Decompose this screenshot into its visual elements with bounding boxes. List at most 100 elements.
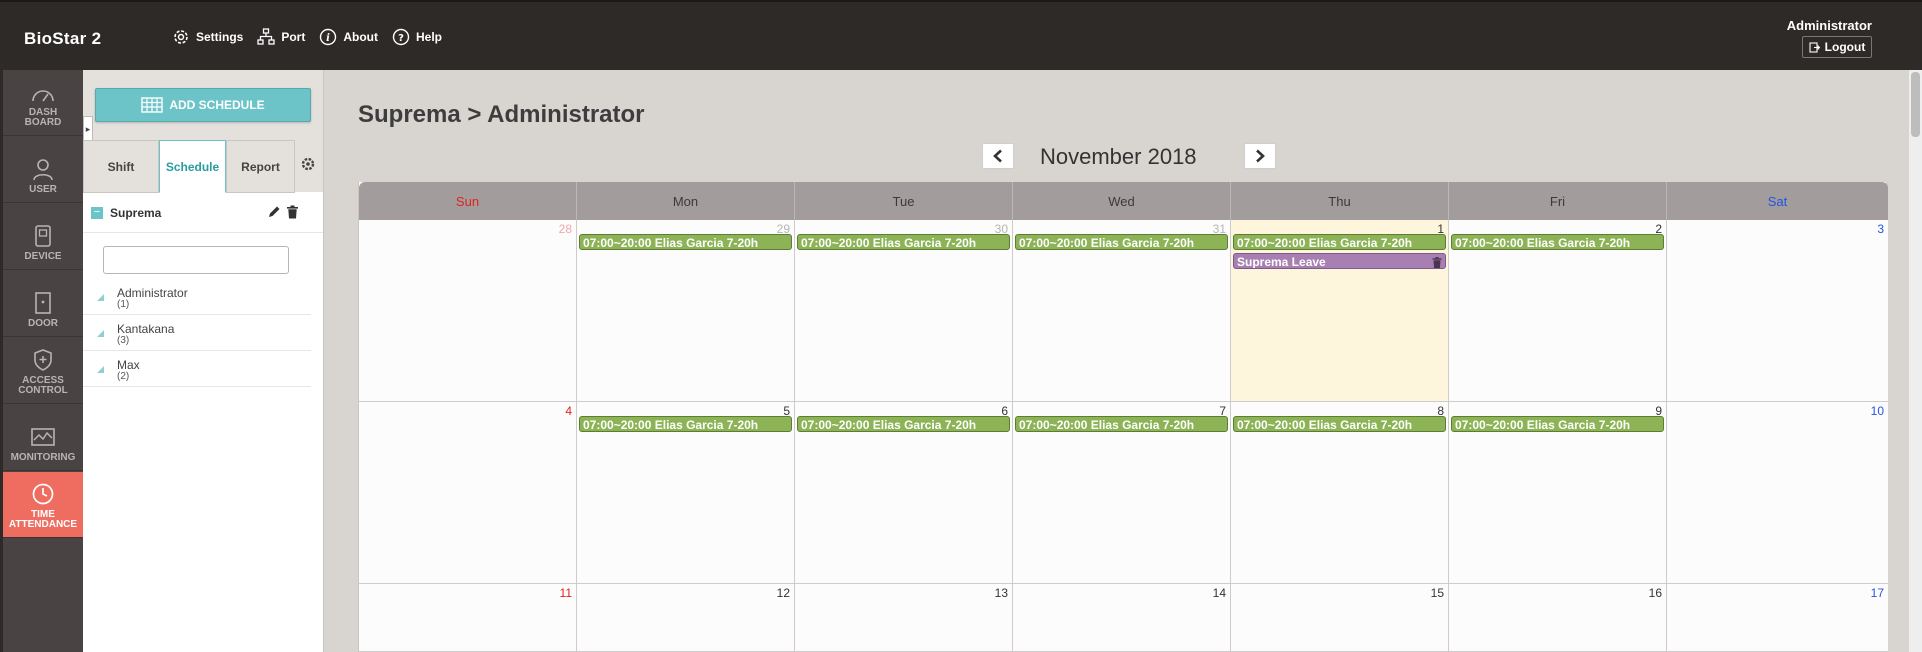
tab-shift[interactable]: Shift <box>83 140 159 193</box>
calendar-day-cell[interactable]: 8 07:00~20:00 Elias Garcia 7-20h <box>1231 402 1449 584</box>
logout-label: Logout <box>1824 40 1866 54</box>
next-month-button[interactable] <box>1244 143 1276 169</box>
weekday-header: Sun Mon Tue Wed Thu Fri Sat <box>359 182 1888 220</box>
shift-event[interactable]: 07:00~20:00 Elias Garcia 7-20h <box>1233 234 1446 250</box>
user-name: Administrator <box>117 286 188 300</box>
calendar-day-cell[interactable]: 28 <box>359 220 577 402</box>
weekday-thu: Thu <box>1231 182 1449 220</box>
tab-schedule[interactable]: Schedule <box>159 140 226 193</box>
weekday-wed: Wed <box>1013 182 1231 220</box>
calendar-day-cell[interactable]: 11 <box>359 584 577 652</box>
tab-settings-gear[interactable] <box>300 156 316 177</box>
delete-group-button[interactable] <box>286 205 299 224</box>
shift-event[interactable]: 07:00~20:00 Elias Garcia 7-20h <box>1451 234 1664 250</box>
calendar-day-cell[interactable]: 17 <box>1667 584 1888 652</box>
calendar-day-cell[interactable]: 31 07:00~20:00 Elias Garcia 7-20h <box>1013 220 1231 402</box>
shift-event[interactable]: 07:00~20:00 Elias Garcia 7-20h <box>797 416 1010 432</box>
calendar-day-cell[interactable]: 12 <box>577 584 795 652</box>
trash-icon[interactable] <box>1432 256 1442 268</box>
collapse-sidebar-handle[interactable]: ▸ <box>83 116 93 142</box>
shift-event[interactable]: 07:00~20:00 Elias Garcia 7-20h <box>1015 416 1228 432</box>
nav-time-attendance[interactable]: TIME ATTENDANCE <box>3 472 83 538</box>
shift-event[interactable]: 07:00~20:00 Elias Garcia 7-20h <box>579 234 792 250</box>
user-count: (1) <box>117 299 130 310</box>
expand-triangle-icon <box>97 330 104 337</box>
nav-monitoring[interactable]: MONITORING <box>3 405 83 471</box>
group-name: Suprema <box>110 206 162 220</box>
nav-monitoring-label: MONITORING <box>10 452 76 463</box>
shift-event[interactable]: 07:00~20:00 Elias Garcia 7-20h <box>1451 416 1664 432</box>
calendar-day-cell[interactable]: 10 <box>1667 402 1888 584</box>
current-month-label: November 2018 <box>1040 144 1197 169</box>
tab-report[interactable]: Report <box>226 140 295 193</box>
calendar-day-cell[interactable]: 15 <box>1231 584 1449 652</box>
calendar-day-cell[interactable]: 5 07:00~20:00 Elias Garcia 7-20h <box>577 402 795 584</box>
calendar-day-cell[interactable]: 3 <box>1667 220 1888 402</box>
scrollbar-thumb[interactable] <box>1911 72 1920 137</box>
calendar-day-cell[interactable]: 13 <box>795 584 1013 652</box>
nav-access-control-label: ACCESS CONTROL <box>18 375 68 396</box>
nav-door-label: DOOR <box>28 318 58 329</box>
svg-text:i: i <box>326 33 330 44</box>
weekday-mon: Mon <box>577 182 795 220</box>
app-brand: BioStar 2 <box>24 29 102 48</box>
nav-user-label: USER <box>29 184 57 195</box>
logout-icon <box>1809 41 1820 53</box>
settings-link[interactable]: Settings <box>172 28 243 46</box>
day-number: 13 <box>994 586 1008 600</box>
pencil-icon <box>269 206 280 217</box>
calendar-day-cell[interactable]: 16 <box>1449 584 1667 652</box>
expand-triangle-icon <box>97 294 104 301</box>
leave-event[interactable]: Suprema Leave <box>1233 253 1446 269</box>
nav-device[interactable]: DEVICE <box>3 204 83 270</box>
prev-month-button[interactable] <box>982 143 1014 169</box>
calendar-day-cell[interactable]: 7 07:00~20:00 Elias Garcia 7-20h <box>1013 402 1231 584</box>
calendar-day-cell[interactable]: 2 07:00~20:00 Elias Garcia 7-20h <box>1449 220 1667 402</box>
nav-door[interactable]: DOOR <box>3 271 83 337</box>
nav-device-label: DEVICE <box>24 251 62 262</box>
day-number: 11 <box>559 586 572 600</box>
logout-button[interactable]: Logout <box>1802 36 1872 58</box>
event-label: Suprema Leave <box>1237 255 1326 269</box>
help-link[interactable]: ? Help <box>392 28 442 46</box>
collapse-group-button[interactable]: − <box>91 207 103 219</box>
user-list-item[interactable]: Kantakana (3) <box>83 315 311 351</box>
port-label: Port <box>281 30 306 44</box>
event-label: 07:00~20:00 Elias Garcia 7-20h <box>583 236 759 250</box>
event-label: 07:00~20:00 Elias Garcia 7-20h <box>1237 418 1413 432</box>
about-label: About <box>343 30 378 44</box>
nav-dashboard[interactable]: DASH BOARD <box>3 70 83 136</box>
door-icon <box>35 292 51 314</box>
day-number: 16 <box>1648 586 1662 600</box>
shift-event[interactable]: 07:00~20:00 Elias Garcia 7-20h <box>579 416 792 432</box>
port-link[interactable]: Port <box>257 28 305 46</box>
day-number: 4 <box>565 404 572 418</box>
user-list-item[interactable]: Administrator (1) <box>83 279 311 315</box>
calendar-day-cell[interactable]: 6 07:00~20:00 Elias Garcia 7-20h <box>795 402 1013 584</box>
user-name: Kantakana <box>117 322 175 336</box>
about-link[interactable]: i About <box>319 28 378 46</box>
event-label: 07:00~20:00 Elias Garcia 7-20h <box>1019 236 1195 250</box>
day-number: 15 <box>1430 586 1444 600</box>
calendar-day-cell[interactable]: 9 07:00~20:00 Elias Garcia 7-20h <box>1449 402 1667 584</box>
page-title: Suprema > Administrator <box>358 101 645 128</box>
user-list-item[interactable]: Max (2) <box>83 351 311 387</box>
top-bar: BioStar 2 Settings Port i About ? Help A… <box>0 0 1922 70</box>
day-number: 17 <box>1870 586 1884 600</box>
calendar-day-cell[interactable]: 1 07:00~20:00 Elias Garcia 7-20h Suprema L… <box>1231 220 1449 402</box>
calendar-day-cell[interactable]: 29 07:00~20:00 Elias Garcia 7-20h <box>577 220 795 402</box>
edit-group-button[interactable] <box>267 205 281 224</box>
calendar-day-cell[interactable]: 14 <box>1013 584 1231 652</box>
user-search-input[interactable] <box>103 246 289 274</box>
shift-event[interactable]: 07:00~20:00 Elias Garcia 7-20h <box>1015 234 1228 250</box>
nav-access-control[interactable]: ACCESS CONTROL <box>3 338 83 404</box>
network-icon <box>257 28 275 45</box>
add-schedule-button[interactable]: ADD SCHEDULE <box>95 88 311 122</box>
vertical-scrollbar[interactable] <box>1909 70 1922 652</box>
calendar-day-cell[interactable]: 30 07:00~20:00 Elias Garcia 7-20h <box>795 220 1013 402</box>
shift-event[interactable]: 07:00~20:00 Elias Garcia 7-20h <box>797 234 1010 250</box>
day-number: 3 <box>1877 222 1884 236</box>
shift-event[interactable]: 07:00~20:00 Elias Garcia 7-20h <box>1233 416 1446 432</box>
nav-user[interactable]: USER <box>3 137 83 203</box>
calendar-day-cell[interactable]: 4 <box>359 402 577 584</box>
